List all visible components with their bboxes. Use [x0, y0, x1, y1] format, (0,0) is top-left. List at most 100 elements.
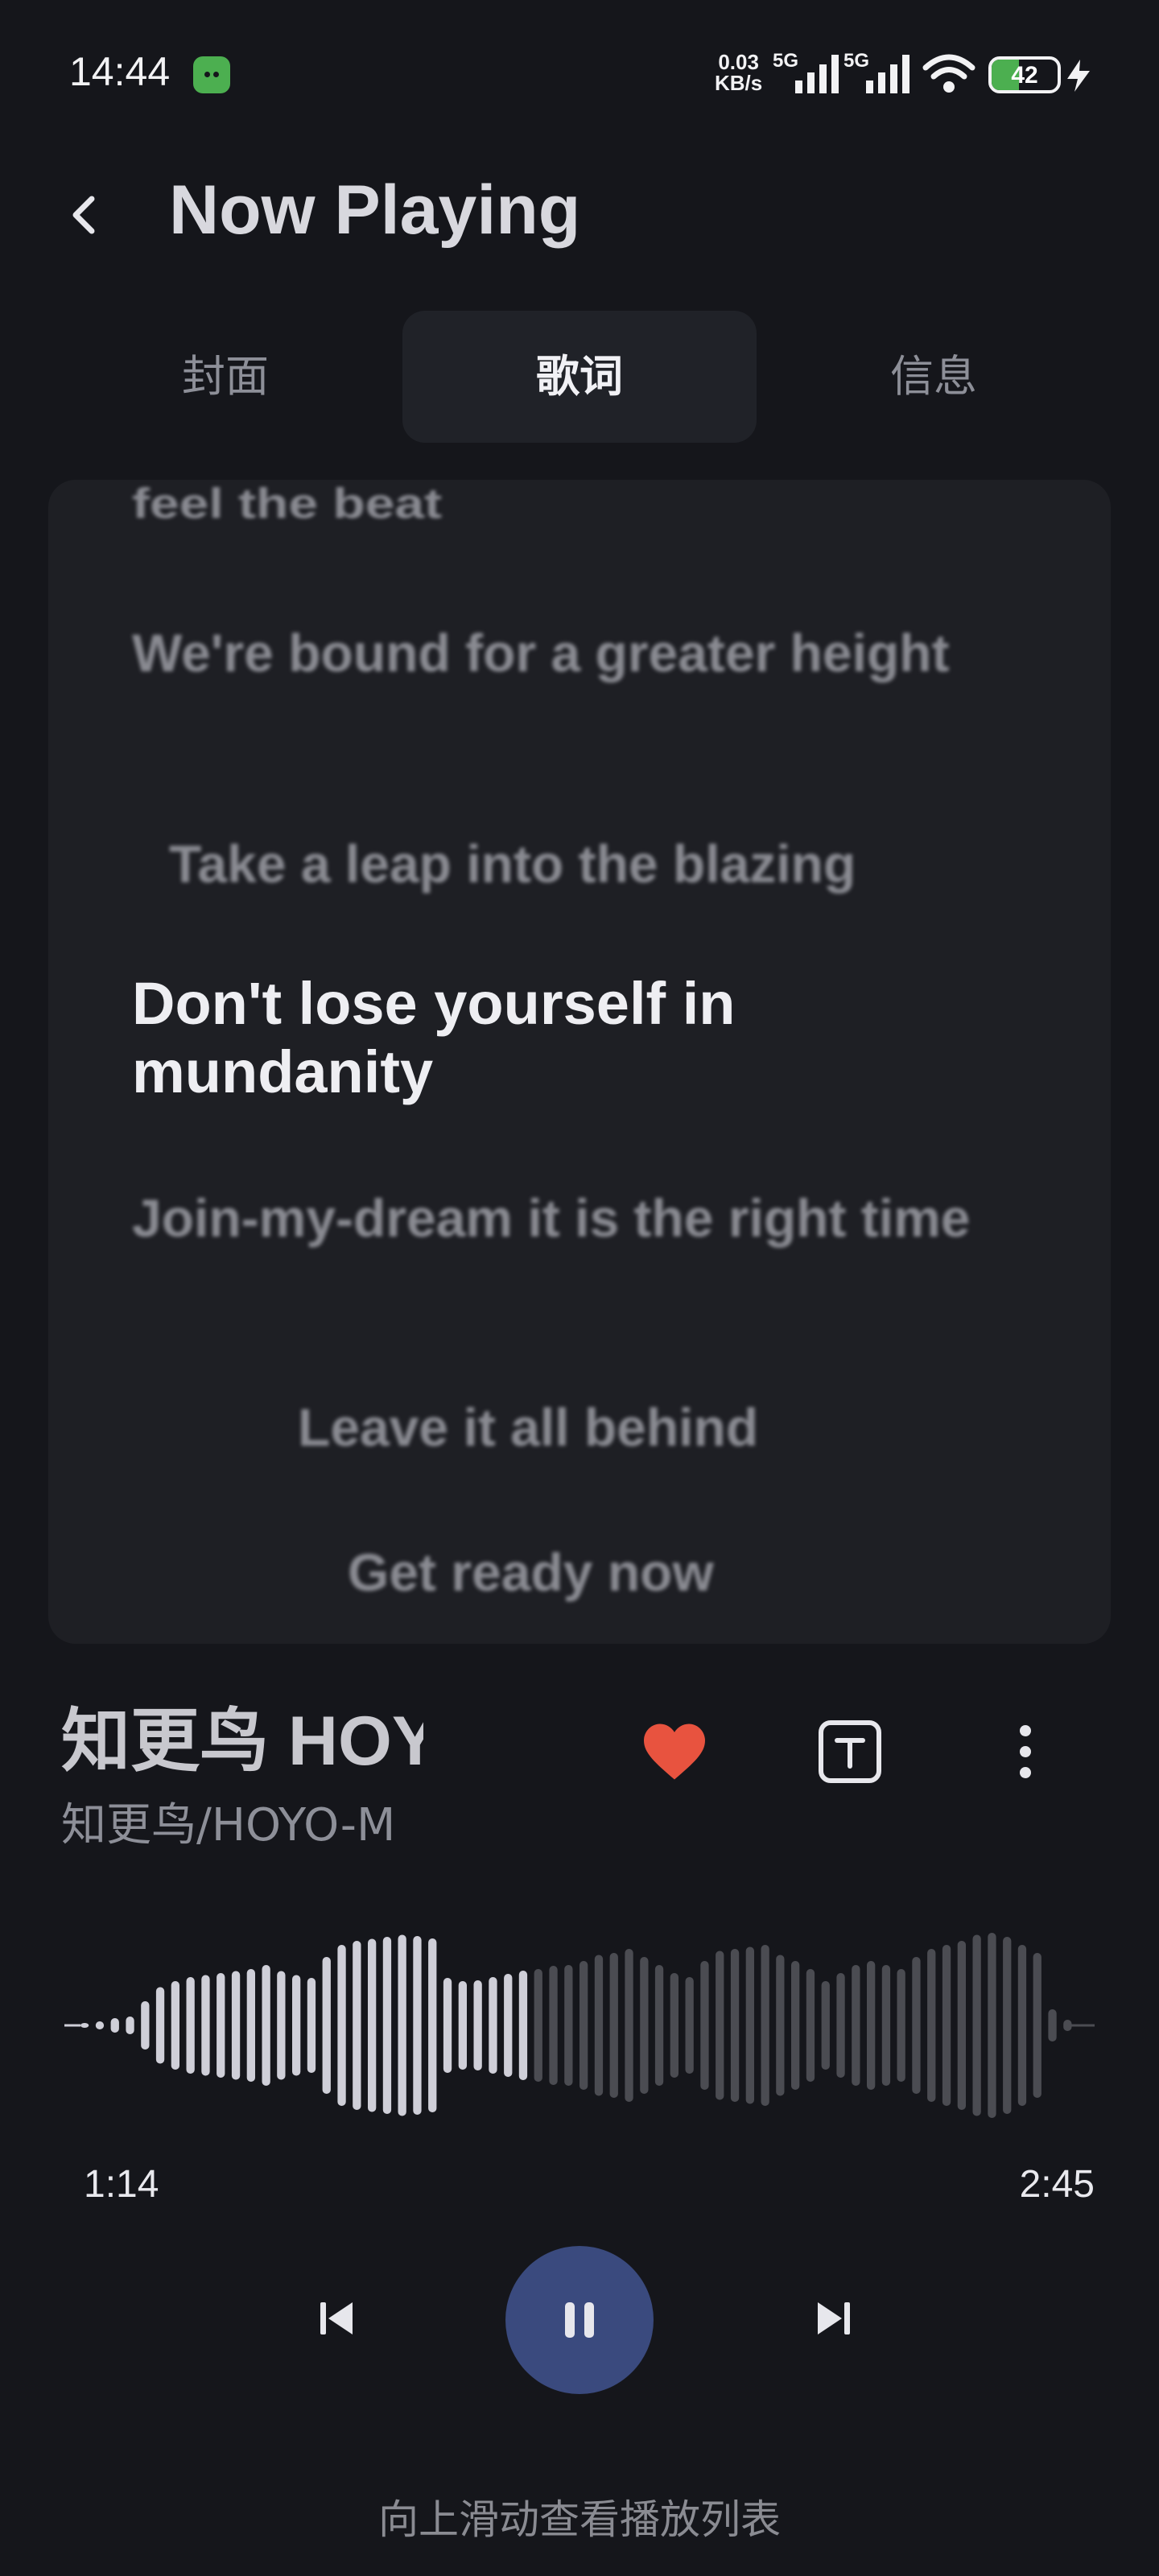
waveform-bar	[1048, 2009, 1057, 2041]
waveform-bar	[821, 1981, 830, 2070]
lyric-line[interactable]: Join-my-dream it is the right time	[132, 1188, 1066, 1249]
waveform-bar	[428, 1938, 437, 2112]
waveform-bar	[80, 2023, 89, 2028]
waveform-bar	[776, 1955, 785, 2096]
waveform-bar	[534, 1969, 542, 2082]
waveform-bar	[489, 1977, 497, 2074]
waveform-bar	[95, 2021, 105, 2029]
waveform-bar	[171, 1981, 179, 2070]
heart-icon	[644, 1724, 705, 1780]
waveform-bar	[473, 1980, 482, 2070]
waveform-bar	[458, 1981, 467, 2070]
waveform-bar	[246, 1969, 255, 2082]
waveform-bar	[957, 1941, 966, 2110]
waveform-bar	[1063, 2020, 1072, 2031]
waveform-bar	[564, 1965, 573, 2086]
waveform-bar	[594, 1955, 604, 2096]
lyrics-text-button[interactable]	[802, 1703, 898, 1800]
waveform-bar	[398, 1934, 406, 2116]
tab-lyrics[interactable]: 歌词	[402, 311, 757, 443]
waveform-seekbar[interactable]	[64, 1897, 1095, 2154]
waveform-bar	[836, 1973, 845, 2078]
waveform-bar	[670, 1973, 678, 2078]
charging-icon	[1067, 60, 1090, 92]
waveform-bar	[1033, 1953, 1041, 2098]
status-bar: 14:44 0.03 KB/s 5G 5G 42	[0, 0, 1159, 145]
waveform-bar	[382, 1937, 392, 2114]
waveform-bar	[791, 1961, 800, 2090]
waveform-bar	[852, 1965, 860, 2086]
waveform-bar	[972, 1934, 981, 2116]
chevron-left-icon	[72, 196, 95, 234]
waveform-bar	[186, 1977, 195, 2074]
skip-next-icon	[818, 2302, 850, 2334]
current-lyric-line[interactable]: Don't lose yourself in mundanity	[132, 969, 937, 1106]
waveform-bar	[927, 1949, 936, 2102]
lyric-line[interactable]: feel the beat	[132, 480, 442, 528]
waveform-bar	[322, 1957, 331, 2094]
play-pause-button[interactable]	[505, 2246, 654, 2394]
lyric-line[interactable]: Take a leap into the blazing	[169, 834, 856, 895]
more-vertical-icon	[1020, 1725, 1031, 1778]
next-button[interactable]	[794, 2278, 874, 2359]
swipe-up-hint: 向上滑动查看播放列表	[378, 2496, 781, 2543]
like-button[interactable]	[626, 1703, 723, 1800]
waveform-bar	[881, 1965, 891, 2086]
waveform-bar	[413, 1936, 422, 2115]
back-button[interactable]	[56, 181, 113, 246]
waveform-bar	[730, 1949, 740, 2102]
network-speed-value: 0.03	[718, 50, 759, 74]
waveform-bar	[806, 1969, 815, 2082]
waveform-bar	[307, 1978, 316, 2073]
waveform-bar	[141, 2001, 150, 2050]
waveform-bar	[609, 1953, 618, 2098]
waveform-bar	[262, 1965, 270, 2086]
waveform-bar	[761, 1945, 769, 2106]
current-time: 1:14	[84, 2163, 159, 2206]
waveform-bar	[580, 1961, 588, 2090]
artist-name: 知更鸟/HOYO-M	[61, 1799, 396, 1852]
waveform-bar	[942, 1945, 951, 2106]
waveform-bar	[155, 1987, 165, 2064]
waveform-bar	[277, 1971, 286, 2080]
waveform-bar	[292, 1975, 301, 2076]
waveform-bar	[745, 1946, 754, 2104]
waveform-bar	[654, 1965, 664, 2086]
waveform-bar	[625, 1949, 633, 2102]
waveform-bar	[700, 1961, 709, 2090]
signal-icon-sim2: 5G	[843, 50, 932, 95]
pause-icon	[565, 2302, 594, 2338]
waveform-bar	[897, 1969, 905, 2082]
page-title: Now Playing	[169, 171, 581, 249]
waveform-bar	[640, 1957, 649, 2094]
lyric-line[interactable]: Leave it all behind	[298, 1397, 758, 1459]
waveform-bar	[1003, 1937, 1012, 2114]
total-time: 2:45	[1019, 2163, 1095, 2206]
lyrics-panel[interactable]: feel the beat We're bound for a greater …	[48, 480, 1111, 1644]
waveform-bar	[368, 1938, 377, 2112]
waveform-bar	[217, 1973, 225, 2078]
battery-level: 42	[1011, 62, 1038, 89]
waveform-bar	[685, 1977, 694, 2074]
waveform-bar	[231, 1971, 241, 2080]
waveform-bar	[110, 2018, 119, 2033]
network-speed-unit: KB/s	[715, 71, 763, 95]
waveform-bar	[912, 1957, 921, 2094]
waveform-bar	[337, 1945, 346, 2106]
waveform-bar	[518, 1971, 528, 2080]
waveform-bar	[1017, 1945, 1027, 2106]
lyric-line[interactable]: We're bound for a greater height	[132, 623, 977, 684]
tab-cover[interactable]: 封面	[48, 311, 402, 443]
song-title: 知更鸟 HOY	[61, 1703, 423, 1780]
previous-button[interactable]	[296, 2278, 377, 2359]
network-speed: 0.03 KB/s	[715, 52, 762, 93]
skip-previous-icon	[320, 2302, 353, 2334]
lyric-line[interactable]: Get ready now	[348, 1542, 714, 1604]
more-options-button[interactable]	[977, 1703, 1074, 1800]
waveform-bar	[988, 1933, 996, 2118]
waveform-bar	[353, 1941, 361, 2110]
waveform-bar	[443, 1978, 452, 2073]
tab-info[interactable]: 信息	[757, 311, 1111, 443]
waveform-bar	[549, 1966, 558, 2085]
waveform-bar	[126, 2017, 134, 2034]
